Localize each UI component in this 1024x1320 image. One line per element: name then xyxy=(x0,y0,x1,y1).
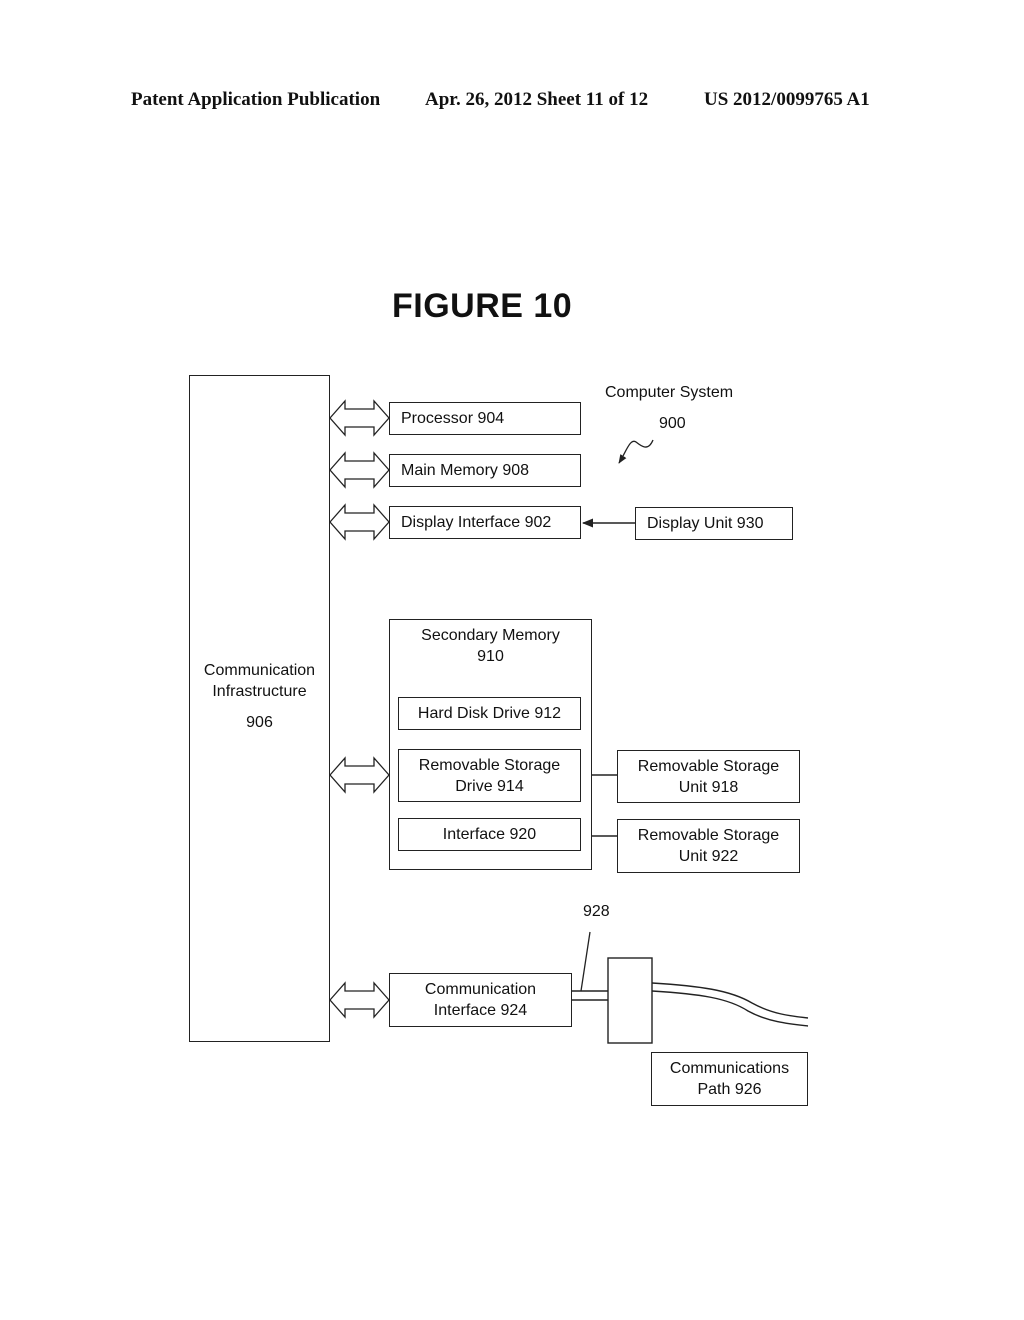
comm-path-line2: Path 926 xyxy=(697,1081,762,1098)
secondary-memory-line2: 910 xyxy=(477,648,504,665)
unit-922-line1: Removable Storage xyxy=(637,827,780,844)
secondary-memory-line1: Secondary Memory xyxy=(421,627,560,644)
comm-path-cable-bottom xyxy=(651,990,809,1027)
bus-arrow-display-interface xyxy=(329,503,390,541)
interface-label: Interface 920 xyxy=(442,826,537,843)
bus-arrow-comm-interface xyxy=(329,981,390,1019)
connector-block xyxy=(607,957,653,1044)
main-memory-box: Main Memory 908 xyxy=(389,454,581,487)
comm-path-cable-top xyxy=(651,982,809,1019)
bus-arrow-processor xyxy=(329,399,390,437)
communications-path-box: Communications Path 926 xyxy=(651,1052,808,1106)
hard-disk-drive-label: Hard Disk Drive 912 xyxy=(417,705,562,722)
computer-system-label: Computer System xyxy=(605,384,734,401)
removable-storage-drive-box: Removable Storage Drive 914 xyxy=(398,749,581,802)
processor-label: Processor 904 xyxy=(401,410,505,427)
removable-storage-unit-918-box: Removable Storage Unit 918 xyxy=(617,750,800,803)
display-interface-label: Display Interface 902 xyxy=(401,514,552,531)
comm-interface-line2: Interface 924 xyxy=(433,1002,528,1019)
processor-box: Processor 904 xyxy=(389,402,581,435)
channel-label: 928 xyxy=(583,903,610,920)
communication-infrastructure-box: Communication Infrastructure 906 xyxy=(189,375,330,1042)
communication-interface-box: Communication Interface 924 xyxy=(389,973,572,1027)
interface-box: Interface 920 xyxy=(398,818,581,851)
bus-arrow-secondary-memory xyxy=(329,756,390,794)
display-unit-label: Display Unit 930 xyxy=(647,515,764,532)
comm-path-line1: Communications xyxy=(669,1060,790,1077)
unit-918-line1: Removable Storage xyxy=(637,757,780,775)
display-interface-box: Display Interface 902 xyxy=(389,506,581,539)
channel-leader xyxy=(580,931,591,992)
removable-drive-line2: Drive 914 xyxy=(455,777,524,795)
comm-infra-line2: Infrastructure xyxy=(212,683,307,700)
bus-arrow-main-memory xyxy=(329,451,390,489)
display-unit-box: Display Unit 930 xyxy=(635,507,793,540)
removable-storage-unit-922-box: Removable Storage Unit 922 xyxy=(617,819,800,873)
hard-disk-drive-box: Hard Disk Drive 912 xyxy=(398,697,581,730)
system-reference-arrow xyxy=(618,439,654,464)
unit-922-line2: Unit 922 xyxy=(678,848,739,865)
removable-drive-line1: Removable Storage xyxy=(418,756,561,774)
comm-infra-number: 906 xyxy=(246,714,273,731)
comm-interface-line1: Communication xyxy=(424,981,537,998)
computer-system-number: 900 xyxy=(659,415,686,432)
comm-infra-line1: Communication xyxy=(203,662,316,679)
unit-918-line2: Unit 918 xyxy=(678,778,739,796)
main-memory-label: Main Memory 908 xyxy=(401,462,530,479)
